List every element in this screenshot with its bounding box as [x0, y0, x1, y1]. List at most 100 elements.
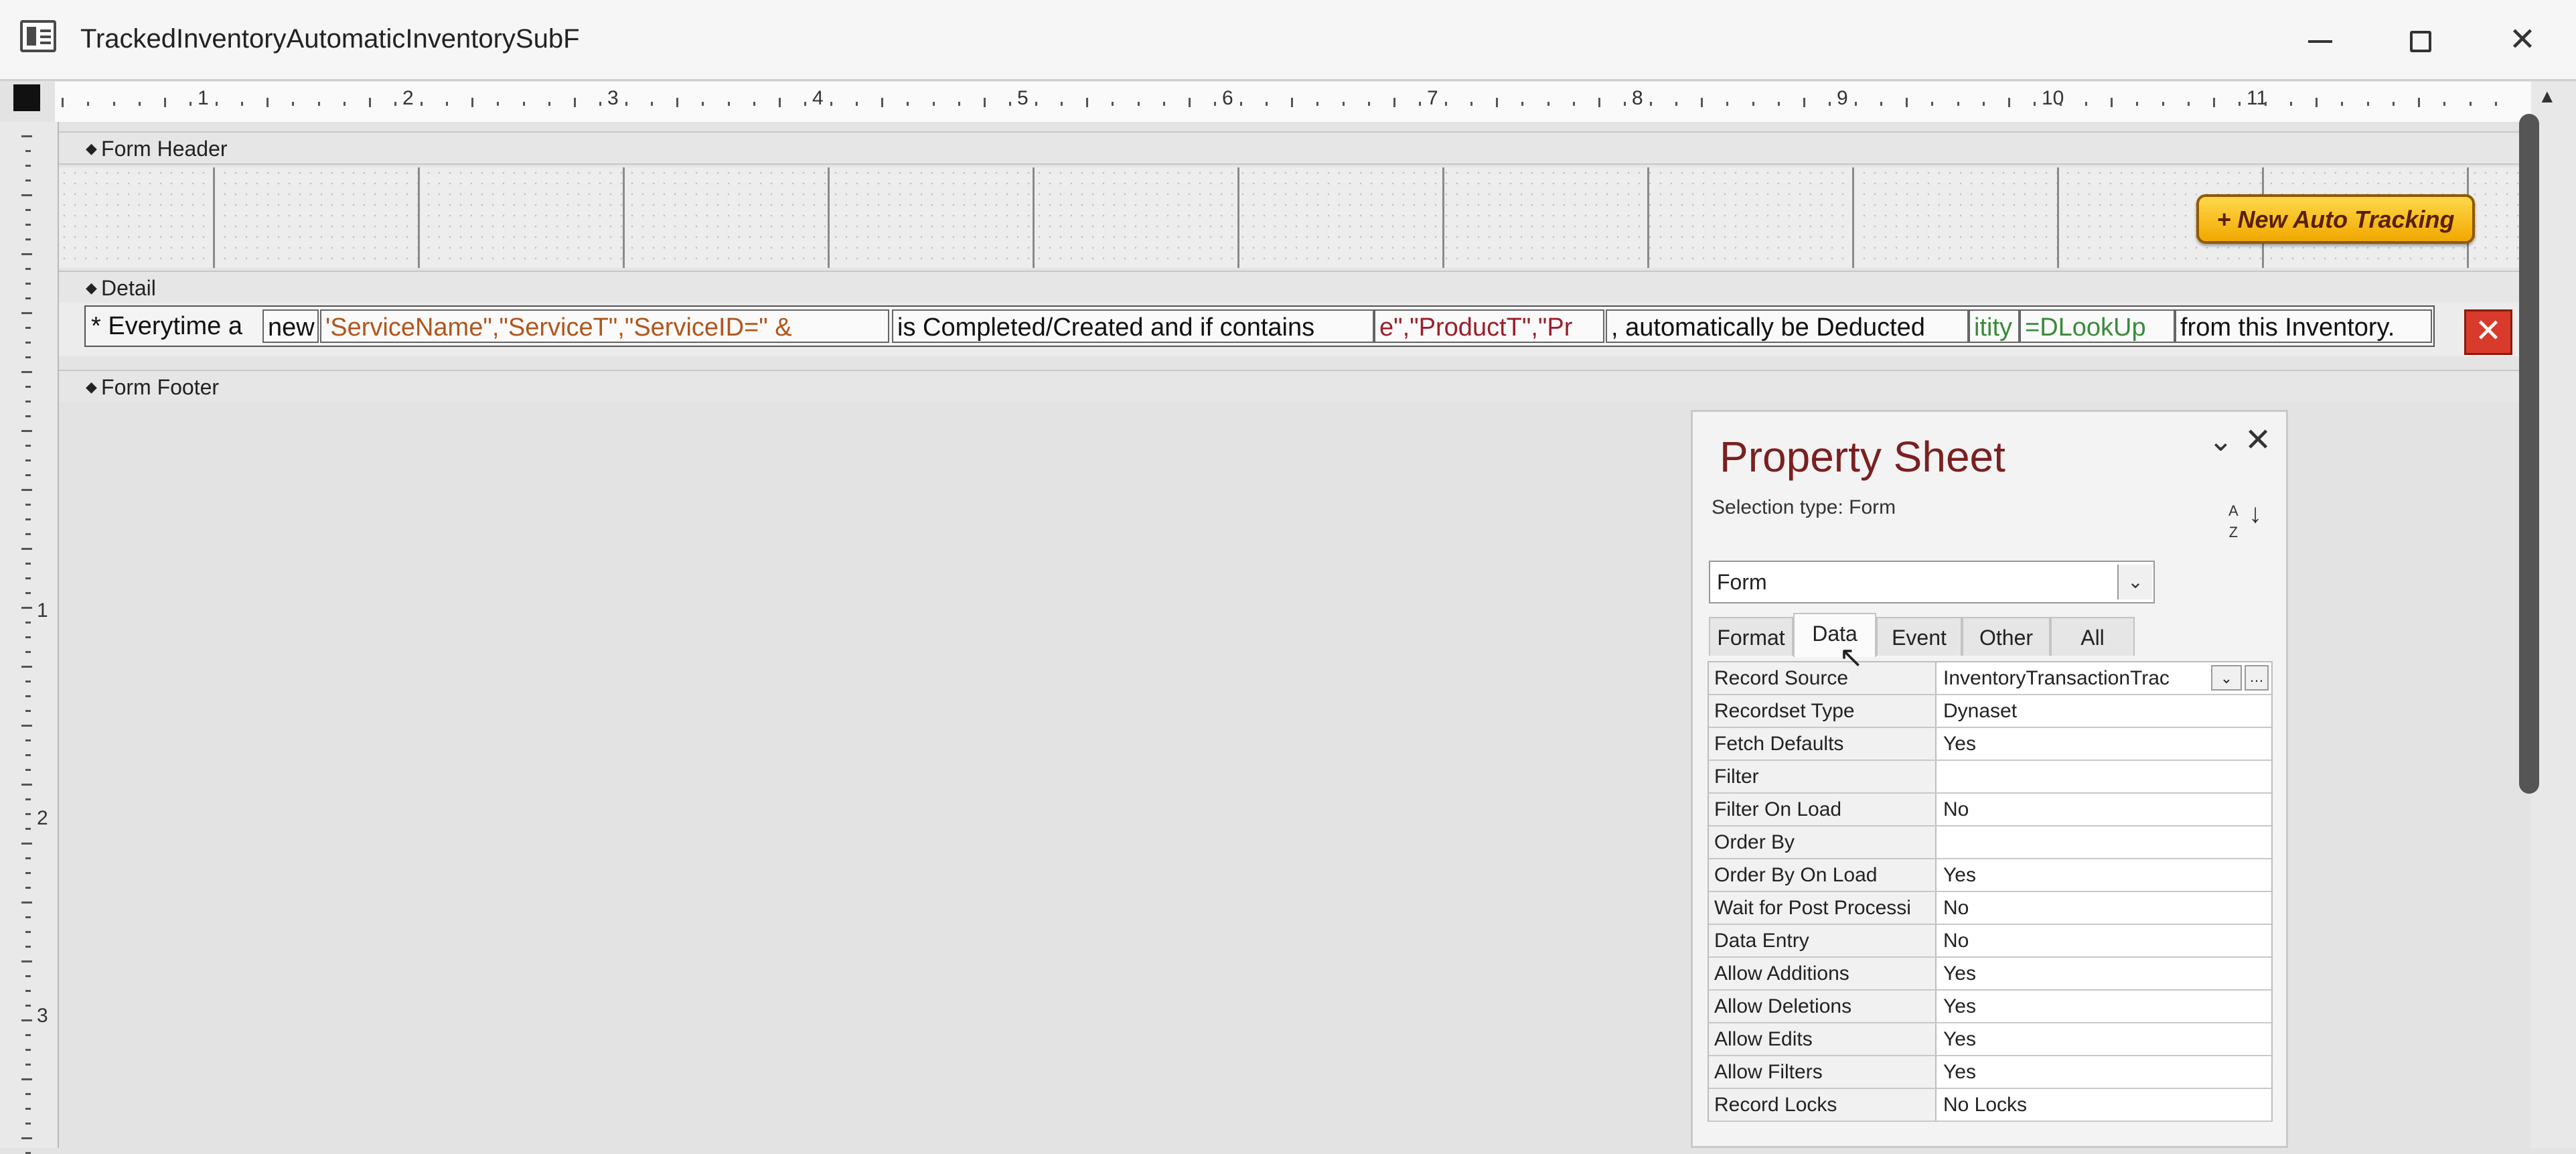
tab-all[interactable]: All [2050, 617, 2135, 656]
ruler-tick [599, 102, 602, 106]
detail-bar[interactable]: Detail [59, 271, 2530, 304]
ruler-tick [1189, 98, 1191, 107]
ruler-tick [25, 887, 31, 889]
new-auto-tracking-button[interactable]: + New Auto Tracking [2196, 194, 2475, 244]
ruler-number: 7 [1427, 87, 1438, 109]
property-row[interactable]: Allow Filters Yes [1709, 1056, 2271, 1089]
property-row[interactable]: Record Locks No Locks [1709, 1089, 2271, 1122]
chevron-down-icon[interactable]: ⌄ [2208, 424, 2233, 458]
ruler-tick [25, 445, 31, 447]
close-icon[interactable]: ✕ [2245, 421, 2271, 459]
ruler-tick [21, 1137, 32, 1139]
detail-label-control[interactable]: e","ProductT","Pr [1374, 309, 1604, 343]
property-value[interactable]: No [1938, 925, 2271, 956]
ruler-tick [317, 102, 320, 106]
ruler-tick [1906, 98, 1908, 107]
property-name: Allow Additions [1709, 958, 1937, 989]
property-row[interactable]: Data Entry No [1709, 925, 2271, 958]
vertical-ruler[interactable]: 1 2 3 [0, 122, 60, 1154]
property-row[interactable]: Record Source InventoryTransactionTrac ⌄… [1709, 662, 2271, 695]
ruler-tick [1214, 102, 1217, 106]
property-row[interactable]: Filter On Load No [1709, 794, 2271, 826]
detail-label-control[interactable]: itity [1969, 309, 2020, 343]
tab-data[interactable]: Data [1793, 613, 1876, 657]
ruler-tick [21, 725, 32, 727]
detail-label-control[interactable]: =DLookUp [2020, 309, 2175, 343]
property-value[interactable]: No Locks [1938, 1089, 2271, 1121]
horizontal-ruler[interactable]: 1 2 3 4 5 6 7 8 9 10 11 [55, 82, 2532, 123]
property-value[interactable]: Yes [1938, 1056, 2271, 1088]
detail-label-control[interactable]: new [262, 309, 319, 343]
ruler-tick [1035, 102, 1037, 106]
property-name: Filter On Load [1709, 794, 1937, 825]
ruler-tick [21, 901, 32, 904]
tab-event[interactable]: Event [1876, 617, 1962, 656]
form-footer-bar[interactable]: Form Footer [59, 370, 2530, 403]
property-row[interactable]: Allow Edits Yes [1709, 1023, 2271, 1056]
ruler-tick [650, 102, 653, 106]
ruler-tick [2136, 102, 2139, 106]
property-row[interactable]: Allow Additions Yes [1709, 958, 2271, 991]
form-header-bar[interactable]: Form Header [59, 131, 2530, 165]
property-value[interactable]: Yes [1938, 958, 2271, 989]
grid-line [1852, 167, 1854, 268]
ruler-tick [25, 327, 31, 329]
property-name: Recordset Type [1709, 695, 1937, 727]
property-row[interactable]: Allow Deletions Yes [1709, 991, 2271, 1023]
detail-label-control[interactable]: from this Inventory. [2175, 309, 2432, 343]
ruler-tick [25, 990, 31, 992]
property-row[interactable]: Recordset Type Dynaset [1709, 695, 2271, 728]
ruler-tick [1957, 102, 1959, 106]
detail-label-control[interactable]: * Everytime a [87, 309, 261, 343]
sort-az-icon[interactable]: A Z ↓ [2228, 499, 2262, 542]
ruler-tick [25, 179, 31, 182]
property-row[interactable]: Fetch Defaults Yes [1709, 728, 2271, 761]
ruler-tick [1316, 102, 1319, 106]
ruler-tick [25, 680, 31, 682]
property-value[interactable]: Yes [1938, 859, 2271, 891]
property-value[interactable] [1938, 761, 2271, 792]
property-value[interactable]: No [1938, 794, 2271, 825]
object-selector-combo[interactable]: Form [1709, 561, 2155, 603]
ruler-tick [984, 98, 986, 107]
scroll-thumb[interactable] [2519, 114, 2539, 794]
property-value[interactable]: Dynaset [1938, 695, 2271, 727]
scroll-up-icon[interactable]: ▲ [2538, 86, 2557, 107]
detail-label-control[interactable]: , automatically be Deducted [1606, 309, 1969, 343]
property-value[interactable]: No [1938, 892, 2271, 924]
builder-ellipsis-icon[interactable]: … [2245, 665, 2269, 691]
property-row[interactable]: Wait for Post Processi No [1709, 892, 2271, 925]
close-button[interactable]: ✕ [2492, 13, 2553, 67]
ruler-tick [25, 754, 31, 756]
property-row[interactable]: Filter [1709, 761, 2271, 794]
tab-other[interactable]: Other [1962, 617, 2050, 656]
ruler-tick [25, 386, 31, 388]
ruler-tick [855, 102, 858, 106]
chevron-down-icon[interactable]: ⌄ [2211, 665, 2242, 691]
property-value[interactable]: Yes [1938, 991, 2271, 1022]
detail-label-control[interactable]: is Completed/Created and if contains [892, 309, 1374, 343]
property-value[interactable]: Yes [1938, 1023, 2271, 1055]
ruler-tick [2418, 98, 2420, 107]
ruler-tick [25, 739, 31, 741]
tab-format[interactable]: Format [1709, 617, 1793, 656]
grid-line [213, 167, 215, 268]
property-row[interactable]: Order By On Load Yes [1709, 859, 2271, 892]
property-row[interactable]: Order By [1709, 826, 2271, 859]
ruler-tick [25, 150, 31, 152]
delete-icon[interactable]: ✕ [2464, 309, 2512, 355]
ruler-tick [1137, 102, 1140, 106]
form-header-area[interactable] [59, 167, 2530, 268]
property-value[interactable] [1938, 826, 2271, 858]
detail-label-control[interactable]: 'ServiceName","ServiceT","ServiceID=" & [320, 309, 889, 343]
minimize-button[interactable] [2290, 13, 2350, 67]
form-selector[interactable] [13, 84, 40, 111]
chevron-down-icon[interactable]: ⌄ [2117, 565, 2152, 599]
ruler-tick [25, 415, 31, 417]
ruler-tick [21, 430, 32, 432]
property-value[interactable]: Yes [1938, 728, 2271, 760]
ruler-tick [1342, 102, 1345, 106]
ruler-tick [292, 102, 295, 106]
ruler-tick [394, 102, 397, 106]
maximize-button[interactable] [2391, 13, 2451, 67]
